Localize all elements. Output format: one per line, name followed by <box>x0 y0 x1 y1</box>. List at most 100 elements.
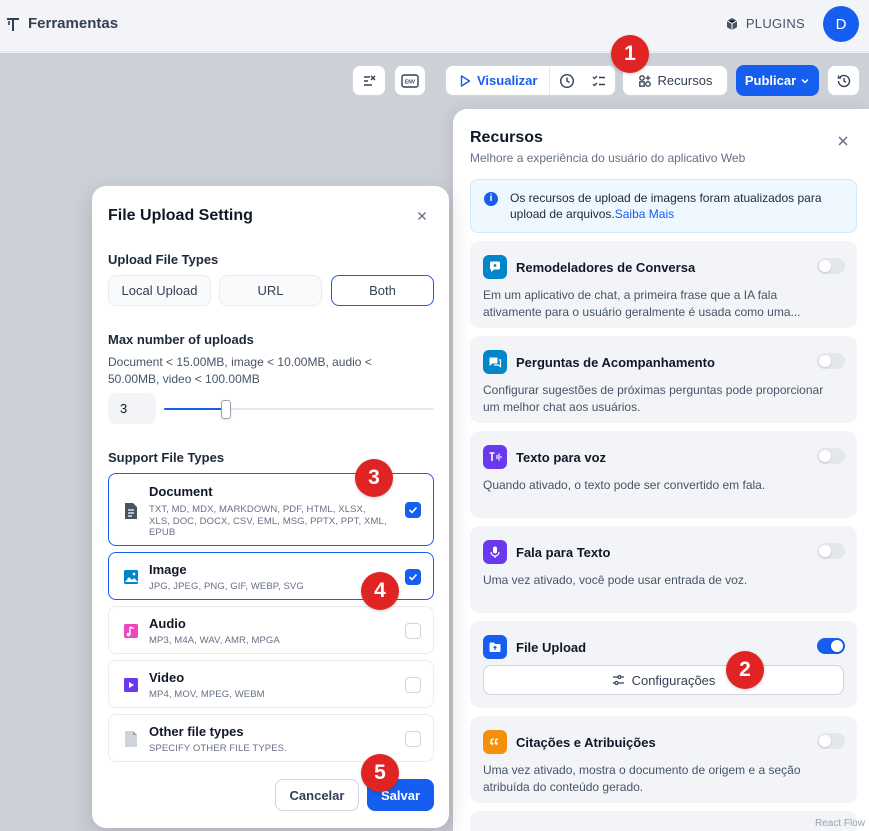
feature-description: Em um aplicativo de chat, a primeira fra… <box>483 288 801 319</box>
panel-subtitle: Melhore a experiência do usuário do apli… <box>470 151 746 165</box>
feature-card-speech-to-text: Fala para Texto Uma vez ativado, você po… <box>470 526 857 613</box>
feature-name: Citações e Atribuições <box>516 734 656 750</box>
feature-card-conversation-openers: Remodeladores de Conversa Em um aplicati… <box>470 241 857 328</box>
learn-more-link[interactable]: Saiba Mais <box>615 207 674 221</box>
checklist-icon <box>592 75 605 86</box>
close-icon[interactable] <box>415 209 429 223</box>
file-type-name: Video <box>149 670 185 685</box>
file-icon <box>125 731 137 747</box>
feature-card-file-upload: File Upload Configurações <box>470 621 857 708</box>
feature-toggle[interactable] <box>817 543 845 559</box>
panel-title: Recursos <box>470 129 543 146</box>
tools-icon <box>7 17 19 31</box>
feature-header: File Upload <box>483 635 586 659</box>
step-badge-1: 1 <box>611 35 649 73</box>
max-uploads-label: Max number of uploads <box>108 332 254 347</box>
visualize-label: Visualizar <box>477 73 538 88</box>
document-checkbox[interactable] <box>405 502 421 518</box>
feature-card-citations: Citações e Atribuições Uma vez ativado, … <box>470 716 857 803</box>
upload-type-url[interactable]: URL <box>219 275 322 306</box>
publish-button[interactable]: Publicar <box>736 65 819 96</box>
modal-title: File Upload Setting <box>108 207 253 224</box>
avatar[interactable]: D <box>823 6 859 42</box>
feature-name: File Upload <box>516 639 587 655</box>
step-badge-3: 3 <box>355 459 393 497</box>
run-history-button[interactable] <box>550 66 582 95</box>
feature-name: Perguntas de Acompanhamento <box>516 354 715 370</box>
upload-type-local[interactable]: Local Upload <box>108 275 211 306</box>
play-icon <box>460 74 471 87</box>
file-type-name: Document <box>149 484 213 499</box>
run-group: Visualizar <box>445 65 616 96</box>
top-bar: Ferramentas PLUGINS D <box>0 0 869 52</box>
resources-label: Recursos <box>657 73 713 88</box>
svg-text:ENV: ENV <box>405 79 416 85</box>
feature-header: Fala para Texto <box>483 540 610 564</box>
feature-name: Texto para voz <box>516 449 607 465</box>
resources-panel: Recursos Melhore a experiência do usuári… <box>453 109 869 831</box>
feature-card-text-to-speech: Texto para voz Quando ativado, o texto p… <box>470 431 857 518</box>
file-upload-settings-modal: File Upload Setting Upload File Types Lo… <box>92 186 449 828</box>
visualize-button[interactable]: Visualizar <box>446 66 551 95</box>
cube-icon <box>726 17 738 30</box>
step-badge-5: 5 <box>361 754 399 792</box>
feature-name: Remodeladores de Conversa <box>516 259 696 275</box>
feature-description: Uma vez ativado, mostra o documento de o… <box>483 763 801 794</box>
upload-type-both[interactable]: Both <box>331 275 434 306</box>
feature-header: Remodeladores de Conversa <box>483 255 695 279</box>
app-title: Ferramentas <box>28 15 119 32</box>
env-variables-button[interactable]: ENV <box>394 65 426 96</box>
max-uploads-slider-thumb[interactable] <box>221 400 231 419</box>
document-icon <box>125 503 137 519</box>
file-type-extensions: JPG, JPEG, PNG, GIF, WEBP, SVG <box>149 581 304 592</box>
quote-icon <box>483 730 507 754</box>
feature-toggle[interactable] <box>817 638 845 654</box>
file-type-audio[interactable]: Audio MP3, M4A, WAV, AMR, MPGA <box>108 606 434 654</box>
variable-inspect-button[interactable] <box>352 65 386 96</box>
feature-toggle[interactable] <box>817 733 845 749</box>
feature-header: Citações e Atribuições <box>483 730 656 754</box>
chat-bubble-icon <box>483 255 507 279</box>
file-type-extensions: TXT, MD, MDX, MARKDOWN, PDF, HTML, XLSX,… <box>149 504 387 538</box>
image-icon <box>124 570 138 584</box>
close-icon[interactable] <box>835 133 851 149</box>
settings-sliders-icon <box>612 674 624 686</box>
feature-name: Fala para Texto <box>516 544 611 560</box>
audio-checkbox[interactable] <box>405 623 421 639</box>
file-type-name: Image <box>149 562 187 577</box>
checklist-button[interactable] <box>583 66 615 95</box>
feature-toggle[interactable] <box>817 353 845 369</box>
chevron-down-icon <box>801 78 809 84</box>
configurations-button[interactable]: Configurações <box>483 665 844 695</box>
feature-description: Quando ativado, o texto pode ser convert… <box>483 478 766 492</box>
messages-icon <box>483 350 507 374</box>
file-type-video[interactable]: Video MP4, MOV, MPEG, WEBM <box>108 660 434 708</box>
max-uploads-input[interactable]: 3 <box>108 393 156 424</box>
video-icon <box>124 678 138 692</box>
plugins-button[interactable]: PLUGINS <box>725 16 805 31</box>
version-history-button[interactable] <box>827 65 860 96</box>
step-badge-4: 4 <box>361 572 399 610</box>
feature-card-next <box>470 811 857 831</box>
feature-toggle[interactable] <box>817 448 845 464</box>
check-icon <box>408 573 418 581</box>
info-icon: i <box>484 192 498 206</box>
file-type-extensions: MP3, M4A, WAV, AMR, MPGA <box>149 635 280 646</box>
feature-description: Uma vez ativado, você pode usar entrada … <box>483 573 748 587</box>
other-types-checkbox[interactable] <box>405 731 421 747</box>
upload-types-label: Upload File Types <box>108 252 219 267</box>
info-banner: i Os recursos de upload de imagens foram… <box>470 179 857 233</box>
video-checkbox[interactable] <box>405 677 421 693</box>
check-icon <box>408 506 418 514</box>
publish-label: Publicar <box>744 73 797 88</box>
image-checkbox[interactable] <box>405 569 421 585</box>
support-file-types-label: Support File Types <box>108 450 225 465</box>
feature-toggle[interactable] <box>817 258 845 274</box>
file-type-extensions: MP4, MOV, MPEG, WEBM <box>149 689 265 700</box>
upload-limits-text: Document < 15.00MB, image < 10.00MB, aud… <box>108 355 372 386</box>
microphone-icon <box>483 540 507 564</box>
file-type-name: Other file types <box>149 724 244 739</box>
cancel-button[interactable]: Cancelar <box>275 779 359 811</box>
feature-header: Perguntas de Acompanhamento <box>483 350 715 374</box>
env-icon: ENV <box>401 73 419 88</box>
